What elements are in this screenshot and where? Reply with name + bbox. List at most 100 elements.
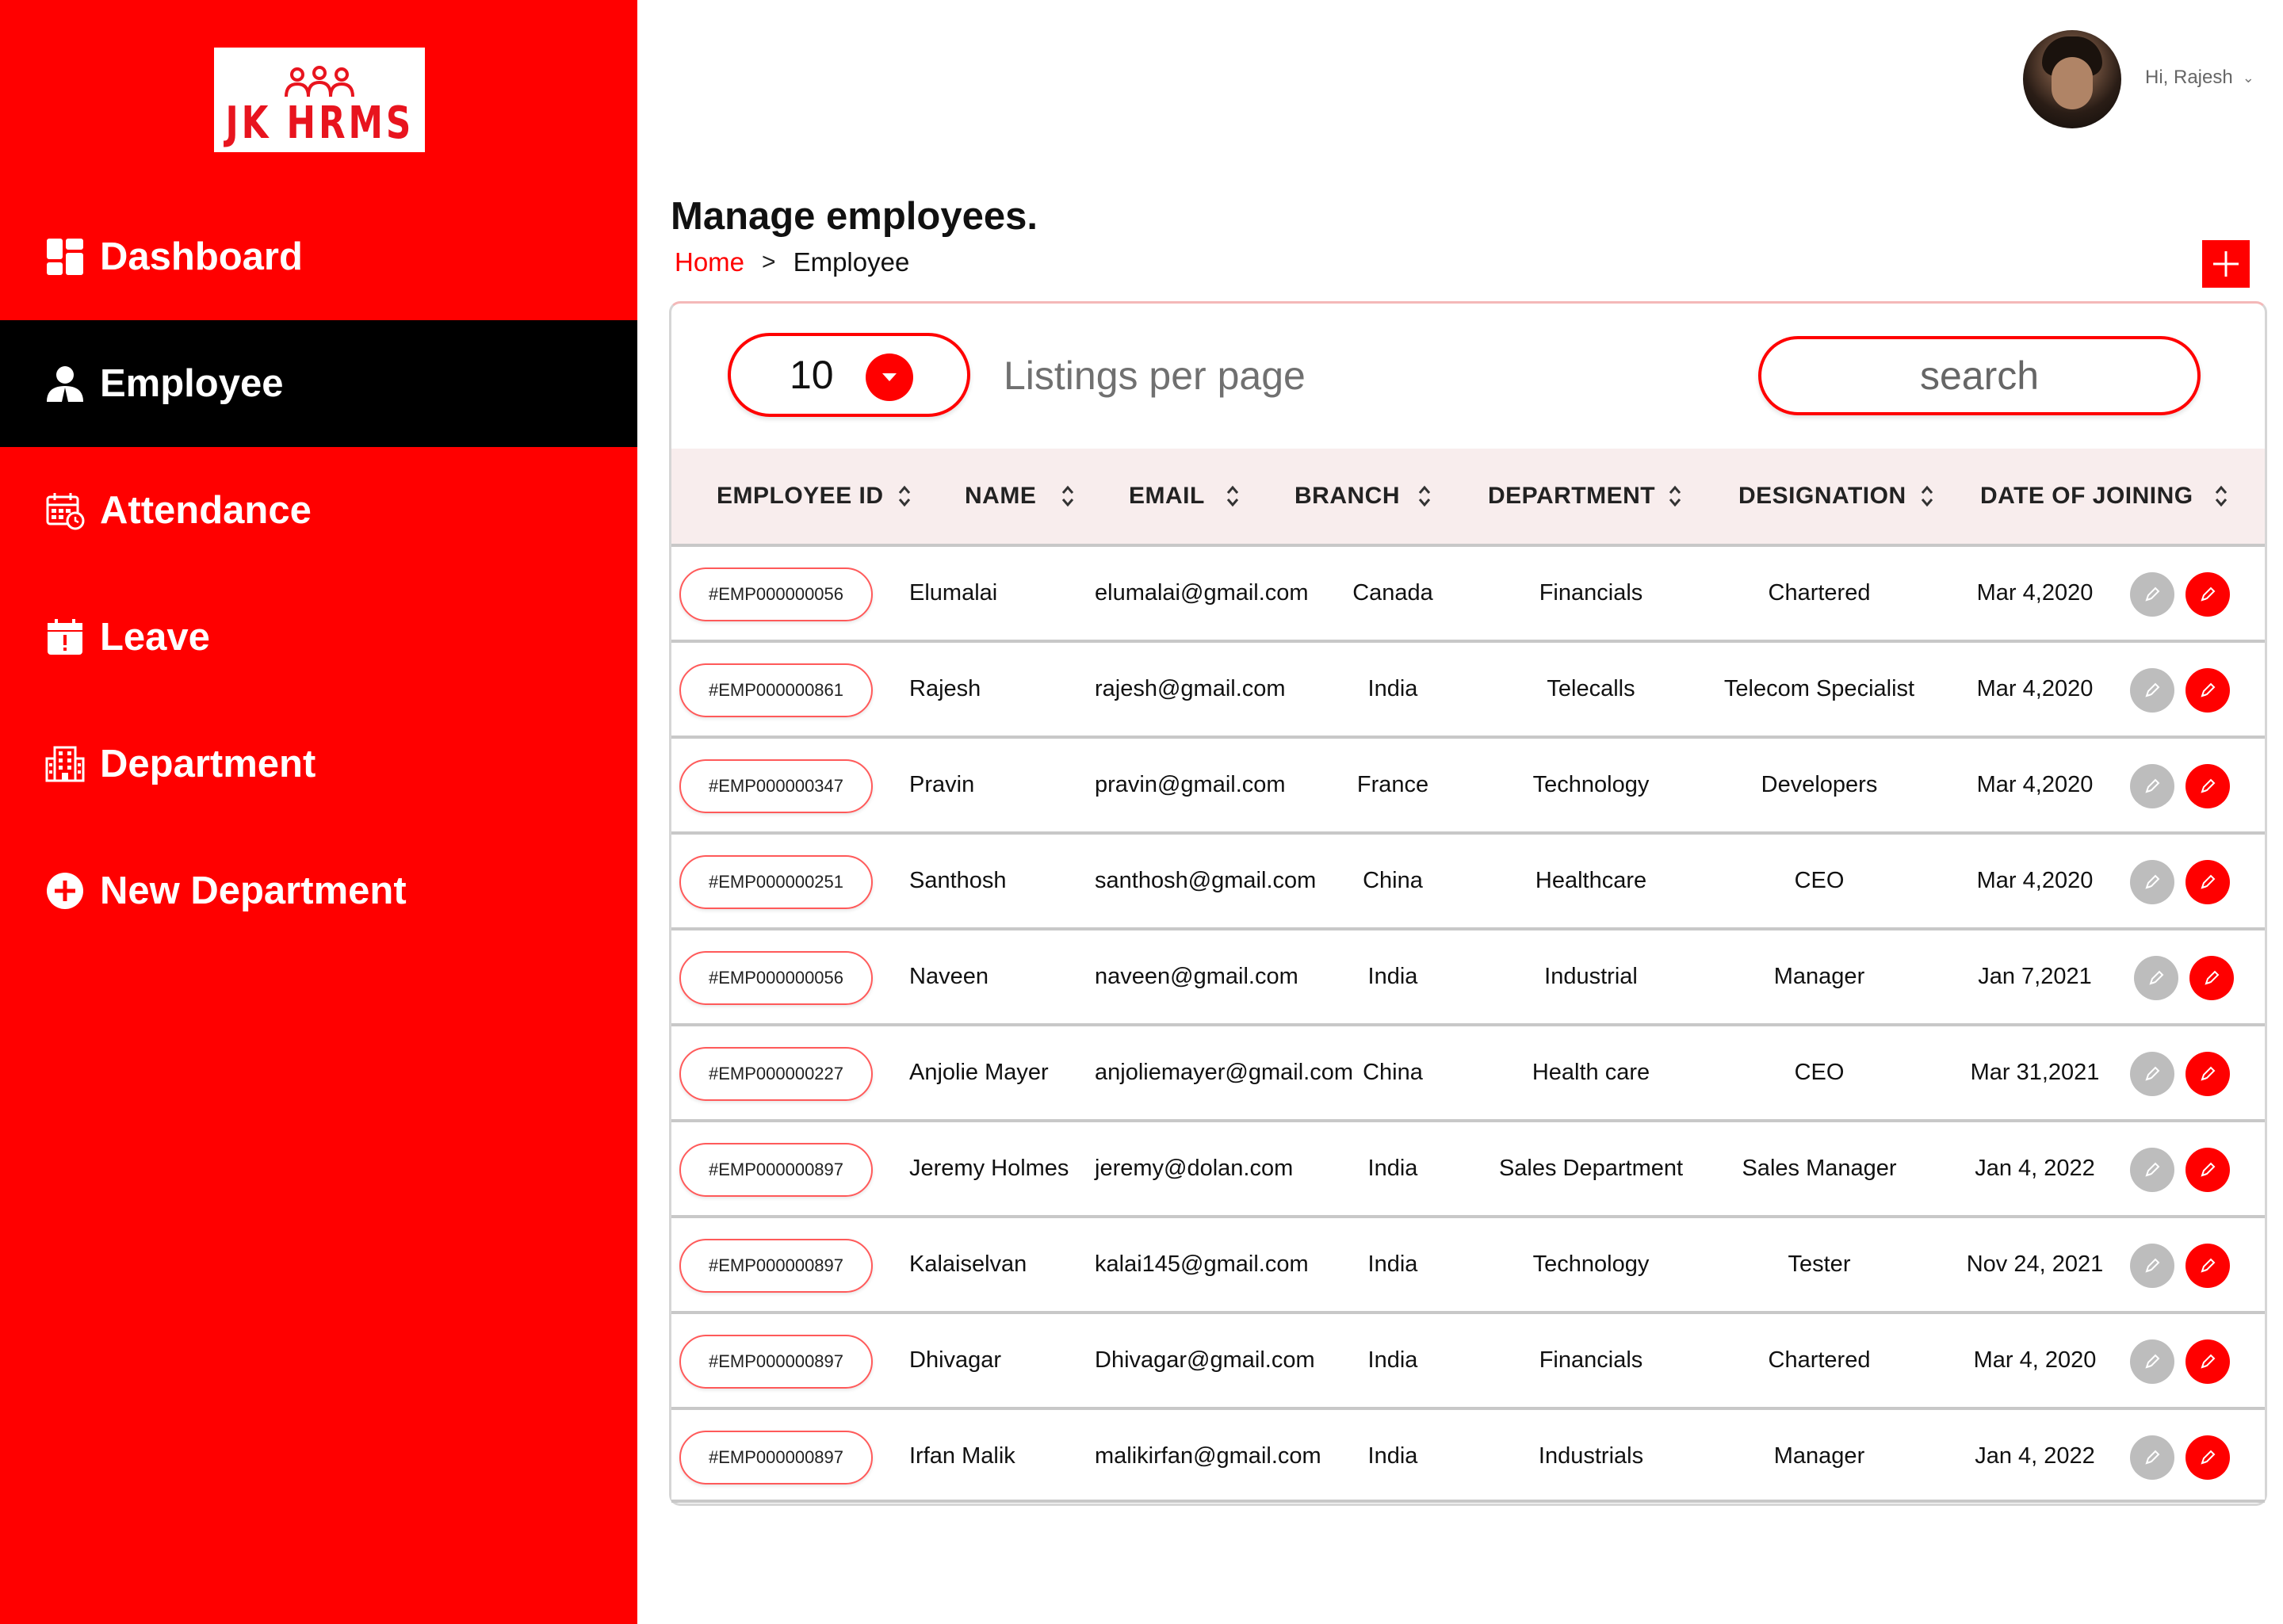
view-button[interactable]	[2130, 860, 2174, 904]
plus-icon	[2213, 251, 2239, 277]
employee-branch: India	[1367, 1156, 1418, 1181]
sort-icon[interactable]	[1060, 483, 1076, 509]
calendar-clock-icon	[43, 488, 87, 533]
breadcrumb-home-link[interactable]: Home	[675, 247, 744, 277]
table-row[interactable]: #EMP000000897 Jeremy Holmes jeremy@dolan…	[671, 1119, 2265, 1215]
employee-department: Financials	[1539, 1347, 1643, 1373]
employee-date-of-joining: Mar 31,2021	[1970, 1060, 2100, 1085]
edit-button[interactable]	[2185, 668, 2230, 713]
employee-email: naveen@gmail.com	[1095, 964, 1298, 989]
sidebar-item-department[interactable]: Department	[0, 701, 637, 827]
edit-button[interactable]	[2189, 956, 2234, 1000]
employee-branch: India	[1367, 1251, 1418, 1277]
column-header-email[interactable]: EMAIL	[1129, 449, 1205, 544]
sort-icon[interactable]	[2213, 483, 2229, 509]
employee-email: jeremy@dolan.com	[1095, 1156, 1294, 1181]
employee-name: Jeremy Holmes	[909, 1156, 1069, 1181]
view-button[interactable]	[2130, 1148, 2174, 1192]
table-row[interactable]: #EMP000000897 Dhivagar Dhivagar@gmail.co…	[671, 1311, 2265, 1407]
sort-icon[interactable]	[1417, 483, 1432, 509]
sort-icon[interactable]	[1225, 483, 1241, 509]
view-button[interactable]	[2130, 1339, 2174, 1384]
sidebar: JK HRMS Dashboard Employee Attendance Le…	[0, 0, 637, 1624]
column-header-designation[interactable]: DESIGNATION	[1738, 449, 1906, 544]
table-row[interactable]: #EMP000000897 Irfan Malik malikirfan@gma…	[671, 1407, 2265, 1503]
table-header: EMPLOYEE ID NAME EMAIL BRANCH DEPARTMENT…	[671, 449, 2265, 544]
edit-button[interactable]	[2185, 1244, 2230, 1288]
employee-id-pill: #EMP000000056	[679, 951, 873, 1005]
employee-date-of-joining: Mar 4, 2020	[1973, 1347, 2097, 1373]
sidebar-item-employee[interactable]: Employee	[0, 320, 637, 447]
employee-name: Dhivagar	[909, 1347, 1002, 1373]
table-row[interactable]: #EMP000000056 Naveen naveen@gmail.com In…	[671, 927, 2265, 1023]
pencil-icon	[2201, 874, 2216, 889]
view-button[interactable]	[2130, 1052, 2174, 1096]
employee-email: Dhivagar@gmail.com	[1095, 1347, 1315, 1373]
table-row[interactable]: #EMP000000227 Anjolie Mayer anjoliemayer…	[671, 1023, 2265, 1119]
sidebar-item-new-department[interactable]: New Department	[0, 827, 637, 954]
plus-circle-icon	[43, 869, 87, 913]
edit-button[interactable]	[2185, 572, 2230, 617]
employee-designation: Manager	[1773, 964, 1865, 989]
calendar-alert-icon	[43, 615, 87, 659]
team-icon	[285, 66, 354, 97]
view-button[interactable]	[2130, 668, 2174, 713]
view-button[interactable]	[2130, 1244, 2174, 1288]
view-button[interactable]	[2130, 764, 2174, 808]
user-menu[interactable]: Hi, Rajesh ⌄	[2145, 67, 2254, 89]
table-row[interactable]: #EMP000000251 Santhosh santhosh@gmail.co…	[671, 831, 2265, 927]
dashboard-icon	[43, 235, 87, 279]
edit-button[interactable]	[2185, 860, 2230, 904]
avatar[interactable]	[2023, 30, 2121, 128]
column-header-date-of-joining[interactable]: DATE OF JOINING	[1980, 449, 2193, 544]
employee-email: malikirfan@gmail.com	[1095, 1443, 1321, 1469]
sidebar-item-leave[interactable]: Leave	[0, 574, 637, 701]
brand-name: JK HRMS	[225, 97, 414, 149]
pencil-icon	[2145, 778, 2160, 793]
employee-designation: Chartered	[1768, 580, 1871, 606]
table-row[interactable]: #EMP000000861 Rajesh rajesh@gmail.com In…	[671, 640, 2265, 736]
per-page-label: Listings per page	[1004, 353, 1306, 398]
search-input[interactable]	[1758, 336, 2201, 415]
caret-down-icon[interactable]	[866, 353, 913, 401]
table-row[interactable]: #EMP000000056 Elumalai elumalai@gmail.co…	[671, 544, 2265, 640]
employee-designation: Developers	[1761, 772, 1878, 797]
sort-icon[interactable]	[1919, 483, 1935, 509]
view-button[interactable]	[2130, 1435, 2174, 1480]
per-page-select[interactable]: 10	[728, 333, 970, 417]
edit-button[interactable]	[2185, 1339, 2230, 1384]
employee-department: Telecalls	[1547, 676, 1635, 701]
employee-id-pill: #EMP000000227	[679, 1047, 873, 1101]
sidebar-item-attendance[interactable]: Attendance	[0, 447, 637, 574]
column-header-department[interactable]: DEPARTMENT	[1488, 449, 1655, 544]
employee-date-of-joining: Nov 24, 2021	[1966, 1251, 2104, 1277]
edit-button[interactable]	[2185, 764, 2230, 808]
employee-id-pill: #EMP000000347	[679, 759, 873, 813]
add-employee-button[interactable]	[2202, 240, 2250, 288]
edit-button[interactable]	[2185, 1435, 2230, 1480]
employee-date-of-joining: Mar 4,2020	[1976, 772, 2094, 797]
employee-email: kalai145@gmail.com	[1095, 1251, 1309, 1277]
sidebar-item-dashboard[interactable]: Dashboard	[0, 193, 637, 320]
employee-name: Elumalai	[909, 580, 998, 606]
breadcrumb: Home > Employee	[675, 247, 909, 277]
sort-icon[interactable]	[897, 483, 912, 509]
column-header-employee-id[interactable]: EMPLOYEE ID	[717, 449, 884, 544]
column-header-name[interactable]: NAME	[965, 449, 1036, 544]
view-button[interactable]	[2134, 956, 2178, 1000]
employee-branch: India	[1367, 964, 1418, 989]
sort-icon[interactable]	[1667, 483, 1683, 509]
employee-designation: Tester	[1788, 1251, 1851, 1277]
employee-department: Sales Department	[1498, 1156, 1684, 1181]
edit-button[interactable]	[2185, 1052, 2230, 1096]
brand-logo[interactable]: JK HRMS	[214, 48, 425, 152]
column-header-branch[interactable]: BRANCH	[1294, 449, 1400, 544]
pencil-icon	[2201, 1066, 2216, 1081]
employee-designation: Manager	[1773, 1443, 1865, 1469]
table-row[interactable]: #EMP000000347 Pravin pravin@gmail.com Fr…	[671, 736, 2265, 831]
view-button[interactable]	[2130, 572, 2174, 617]
table-row[interactable]: #EMP000000897 Kalaiselvan kalai145@gmail…	[671, 1215, 2265, 1311]
pencil-icon	[2201, 778, 2216, 793]
pencil-icon	[2145, 1354, 2160, 1369]
edit-button[interactable]	[2185, 1148, 2230, 1192]
